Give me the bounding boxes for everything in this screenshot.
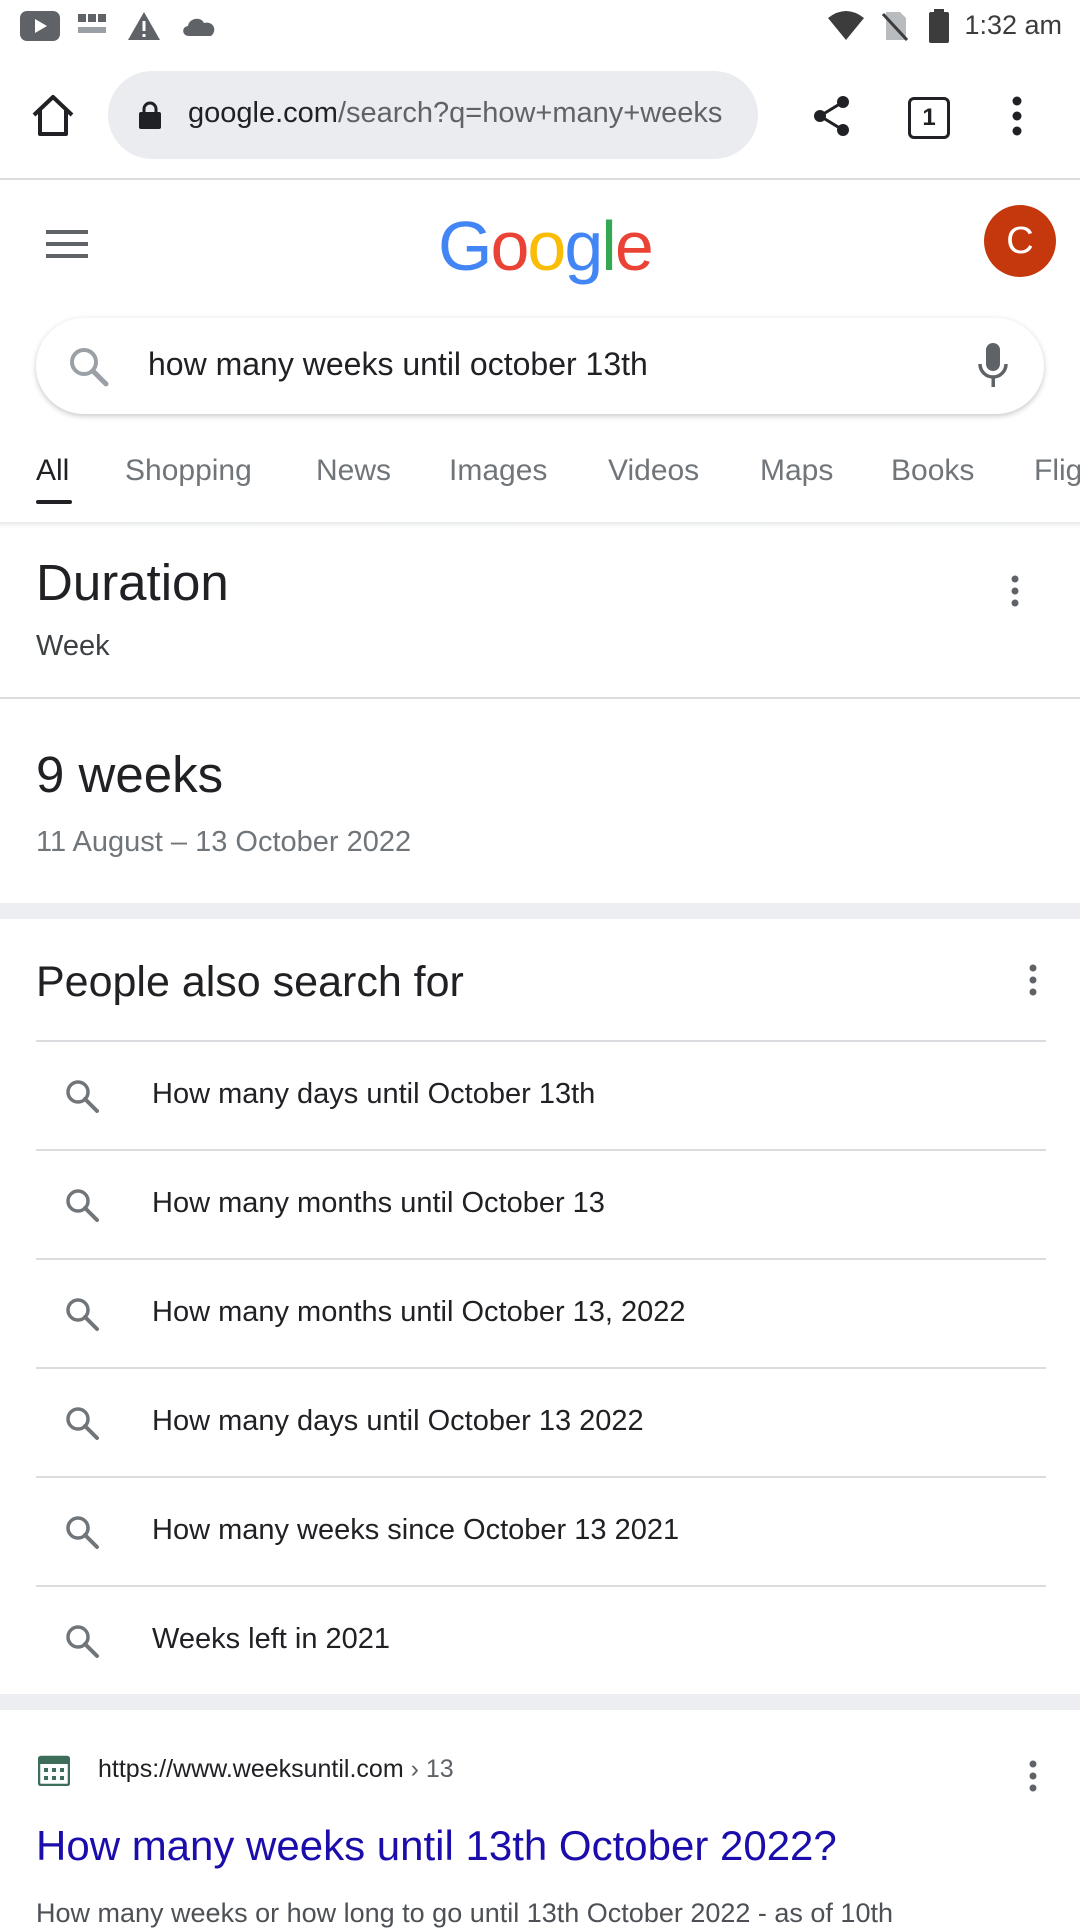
search-query[interactable]: how many weeks until october 13th — [148, 346, 648, 383]
result-breadcrumb: › 13 — [410, 1755, 454, 1783]
search-icon — [66, 1298, 99, 1331]
more-vert-icon[interactable] — [1006, 96, 1028, 136]
tab-images[interactable]: Images — [449, 454, 547, 488]
url-domain: google.com — [188, 97, 338, 129]
related-search-item[interactable]: How many days until October 13 2022 — [36, 1367, 1046, 1478]
search-icon — [66, 1516, 99, 1549]
youtube-icon — [20, 11, 60, 41]
home-icon[interactable] — [30, 93, 76, 137]
no-sim-icon — [882, 12, 908, 42]
warning-icon — [128, 12, 160, 40]
google-logo: Google — [438, 207, 654, 285]
result-more-icon[interactable] — [1024, 1760, 1042, 1792]
tab-news[interactable]: News — [316, 454, 391, 488]
tabs-divider — [0, 522, 1080, 528]
answer-divider — [0, 697, 1080, 699]
bbc-news-icon — [78, 14, 106, 33]
related-search-text: Weeks left in 2021 — [152, 1623, 391, 1655]
result-snippet: How many weeks or how long to go until 1… — [36, 1898, 893, 1928]
tab-flights[interactable]: Flig — [1034, 454, 1080, 488]
search-icon — [66, 1189, 99, 1222]
search-tabs: All Shopping News Images Videos Maps Boo… — [0, 440, 1080, 522]
answer-value: 9 weeks — [36, 746, 224, 803]
section-separator — [0, 903, 1080, 919]
related-search-item[interactable]: How many weeks since October 13 2021 — [36, 1476, 1046, 1587]
related-search-item[interactable]: How many days until October 13th — [36, 1040, 1046, 1151]
battery-icon — [929, 9, 949, 43]
answer-more-icon[interactable] — [1006, 575, 1024, 607]
microphone-icon[interactable] — [976, 342, 1010, 390]
pasf-more-icon[interactable] — [1024, 964, 1042, 996]
wifi-icon — [828, 11, 864, 40]
url-bar[interactable]: google.com/search?q=how+many+weeks — [108, 71, 758, 159]
answer-heading: Duration — [36, 554, 229, 611]
related-search-text: How many months until October 13 — [152, 1187, 605, 1219]
search-icon — [66, 1407, 99, 1440]
avatar[interactable]: C — [984, 205, 1056, 277]
tab-videos[interactable]: Videos — [608, 454, 699, 488]
active-tab-indicator — [36, 500, 72, 504]
tab-switcher-button[interactable]: 1 — [908, 97, 950, 139]
people-also-search-title: People also search for — [36, 958, 464, 1006]
tab-all[interactable]: All — [36, 454, 69, 488]
answer-range: 11 August – 13 October 2022 — [36, 826, 412, 858]
related-search-text: How many months until October 13, 2022 — [152, 1296, 686, 1328]
url-text: google.com/search?q=how+many+weeks — [188, 97, 748, 130]
related-search-text: How many days until October 13th — [152, 1078, 596, 1110]
search-icon — [66, 1625, 99, 1658]
tab-books[interactable]: Books — [891, 454, 974, 488]
calendar-icon — [38, 1755, 70, 1786]
related-search-item[interactable]: How many months until October 13 — [36, 1149, 1046, 1260]
related-search-text: How many days until October 13 2022 — [152, 1405, 644, 1437]
cloud-icon — [183, 18, 215, 36]
lock-icon — [139, 101, 161, 129]
related-search-item[interactable]: How many months until October 13, 2022 — [36, 1258, 1046, 1369]
status-time: 1:32 am — [964, 10, 1062, 40]
result-title-link[interactable]: How many weeks until 13th October 2022? — [36, 1822, 837, 1870]
url-path: /search?q=how+many+weeks — [337, 97, 723, 129]
hamburger-menu-icon[interactable] — [46, 228, 88, 260]
related-search-item[interactable]: Weeks left in 2021 — [36, 1585, 1046, 1696]
search-box[interactable]: how many weeks until october 13th — [36, 318, 1044, 414]
search-icon — [66, 1080, 99, 1113]
share-icon[interactable] — [812, 95, 852, 137]
tab-maps[interactable]: Maps — [760, 454, 833, 488]
status-bar: 1:32 am — [0, 0, 1080, 52]
search-icon — [70, 348, 109, 387]
section-separator — [0, 1694, 1080, 1710]
related-search-text: How many weeks since October 13 2021 — [152, 1514, 680, 1546]
tab-shopping[interactable]: Shopping — [125, 454, 252, 488]
result-url: https://www.weeksuntil.com › 13 — [98, 1755, 454, 1784]
result-url-domain: https://www.weeksuntil.com — [98, 1755, 404, 1783]
answer-unit: Week — [36, 630, 110, 662]
